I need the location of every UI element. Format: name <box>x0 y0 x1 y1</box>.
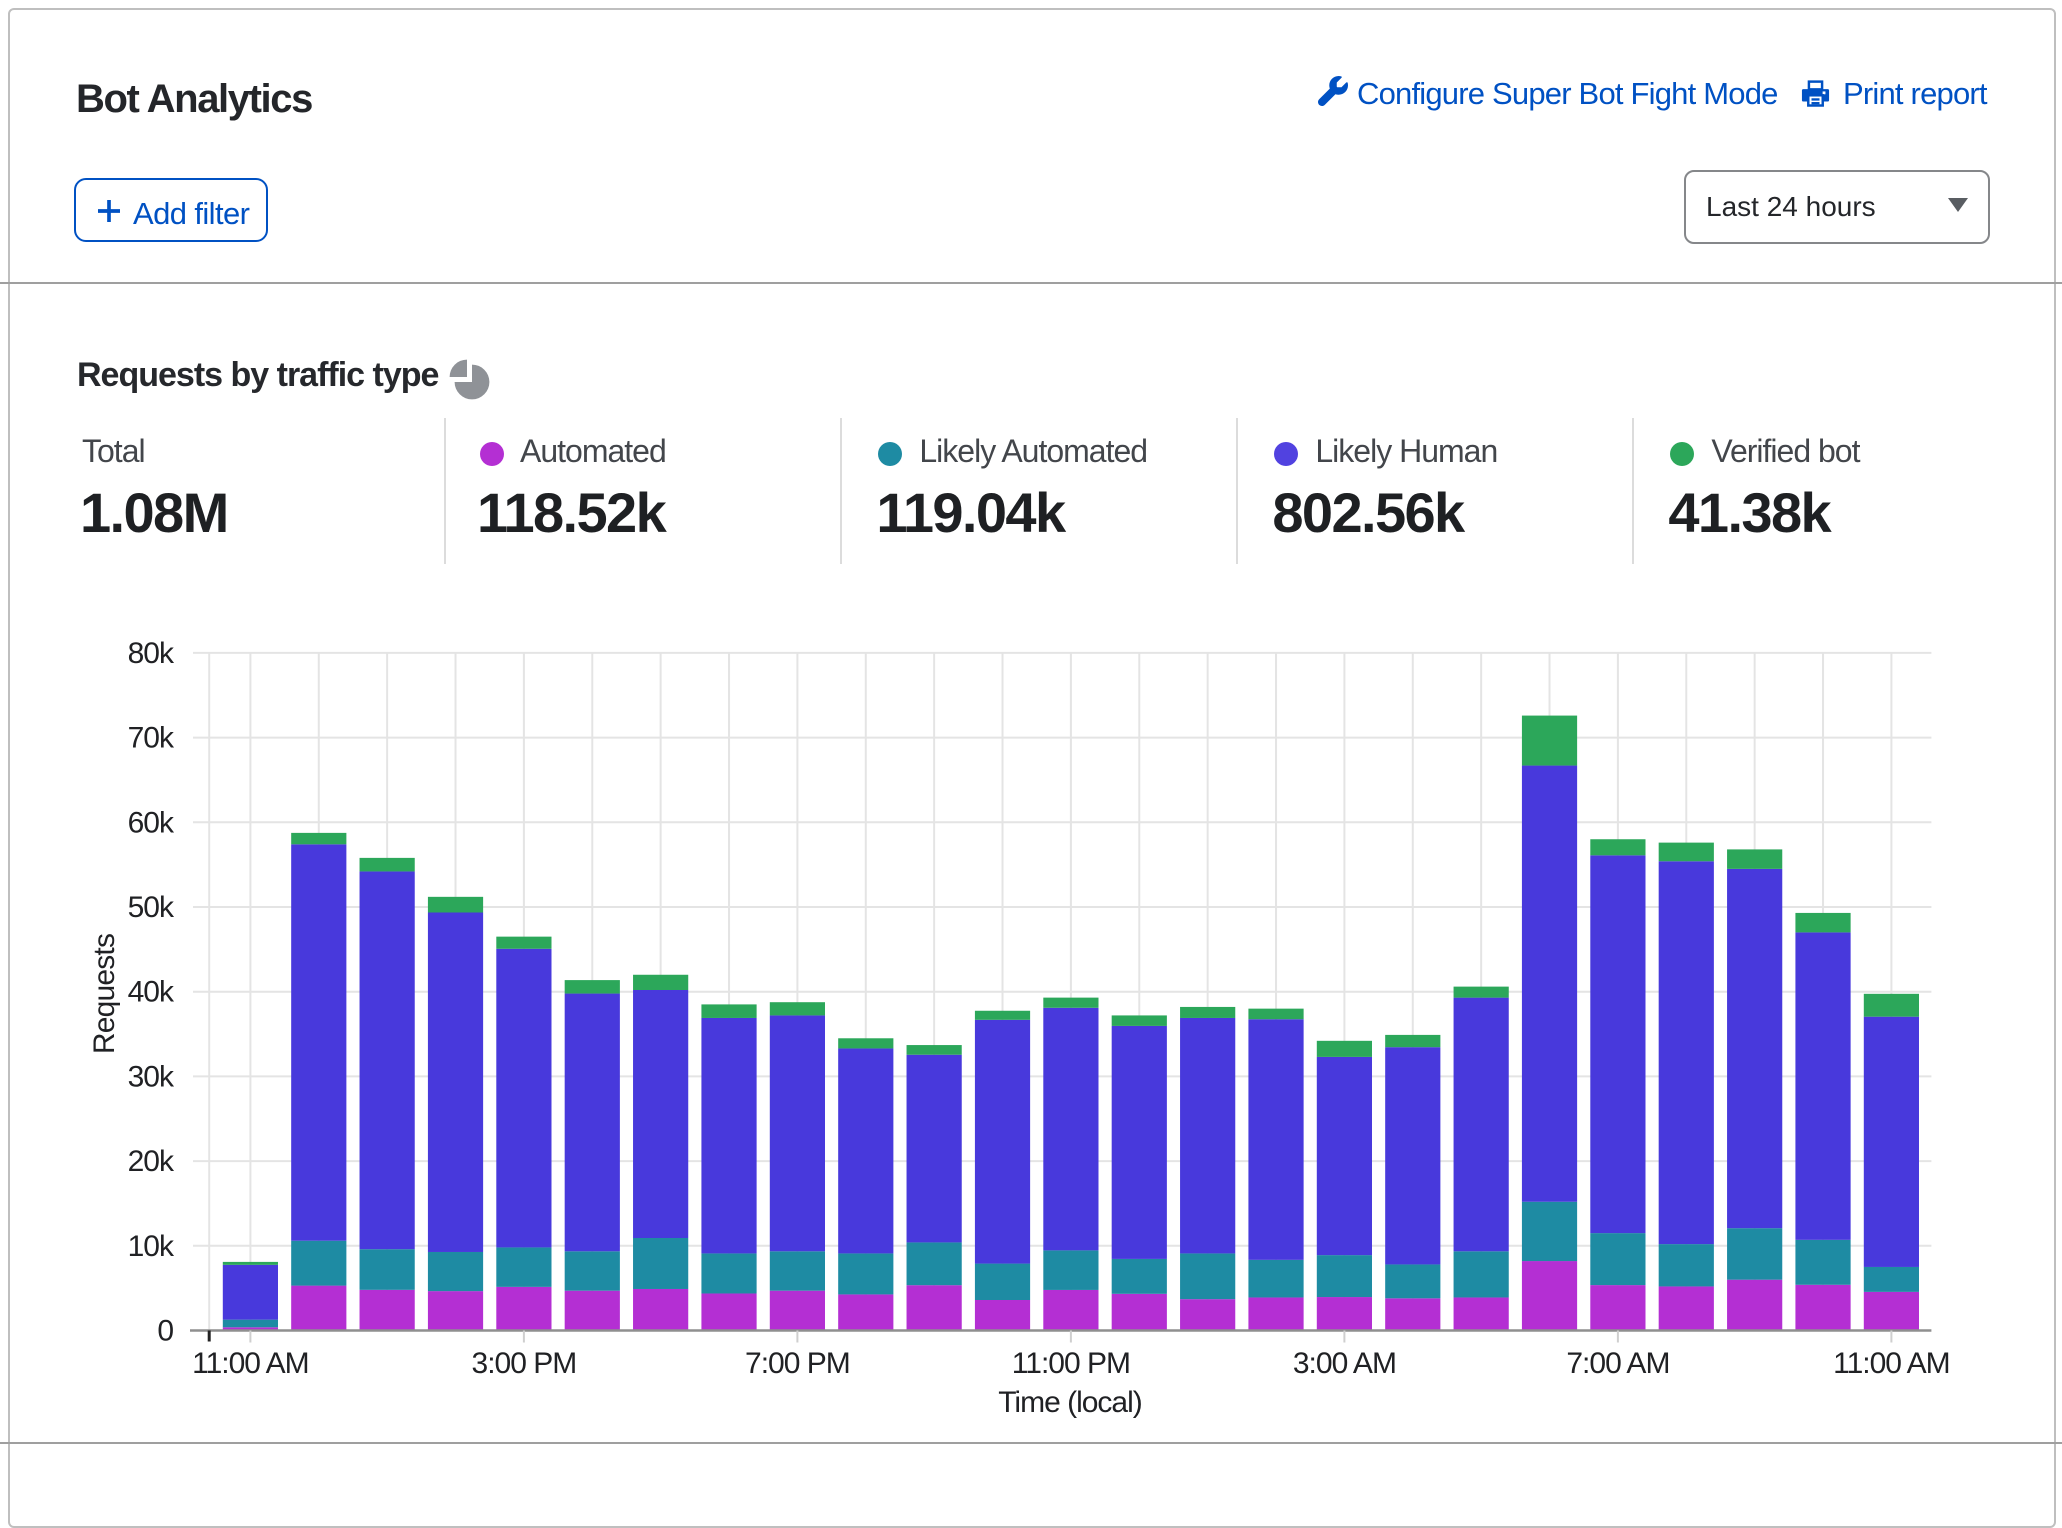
svg-text:20k: 20k <box>128 1145 175 1178</box>
svg-text:Time (local): Time (local) <box>998 1386 1142 1419</box>
svg-text:11:00 AM: 11:00 AM <box>192 1347 309 1380</box>
svg-text:70k: 70k <box>128 722 175 755</box>
svg-text:30k: 30k <box>128 1060 175 1093</box>
svg-text:7:00 PM: 7:00 PM <box>745 1347 850 1380</box>
svg-text:3:00 AM: 3:00 AM <box>1293 1347 1396 1380</box>
svg-text:80k: 80k <box>128 637 175 670</box>
svg-text:11:00 AM: 11:00 AM <box>1833 1347 1950 1380</box>
svg-text:7:00 AM: 7:00 AM <box>1566 1347 1669 1380</box>
svg-text:50k: 50k <box>128 891 175 924</box>
svg-text:3:00 PM: 3:00 PM <box>472 1347 577 1380</box>
svg-text:40k: 40k <box>128 976 175 1009</box>
svg-text:10k: 10k <box>128 1230 175 1263</box>
svg-text:60k: 60k <box>128 806 175 839</box>
svg-text:0: 0 <box>157 1315 173 1348</box>
svg-text:Requests: Requests <box>88 934 121 1054</box>
svg-text:11:00 PM: 11:00 PM <box>1012 1347 1130 1380</box>
